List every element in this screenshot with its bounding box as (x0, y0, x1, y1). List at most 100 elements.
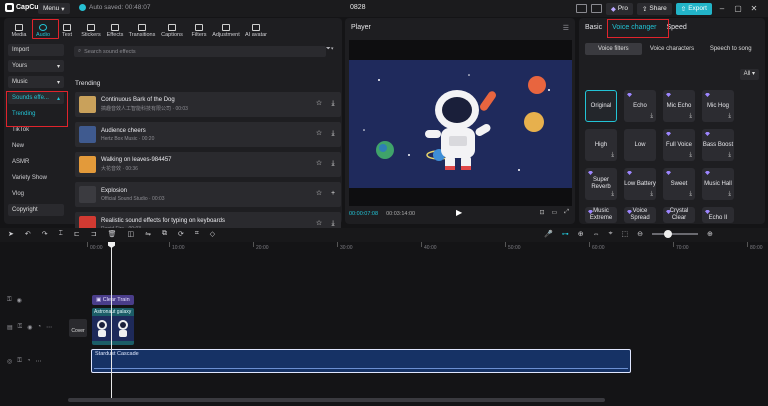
maximize-icon[interactable]: ▢ (732, 4, 744, 13)
timeline-scrollbar[interactable] (68, 398, 605, 402)
undo-icon[interactable]: ↶ (25, 230, 31, 238)
voice-echo[interactable]: Echo ⤓ (624, 90, 656, 122)
tool-ai-avatar[interactable]: AI avatar (241, 20, 271, 38)
cover-button[interactable]: Cover (69, 319, 87, 337)
list-item[interactable]: Continuous Bark of the Dog 搞趣音效人工智能科技有限公司… (75, 92, 341, 117)
audio-mute-icon[interactable]: ◔ (27, 358, 31, 365)
video-clip[interactable]: Astronaut galaxy (92, 308, 134, 345)
download-icon[interactable]: ⤓ (689, 191, 692, 198)
playhead[interactable] (111, 242, 112, 400)
sidebar-item-new[interactable]: New (8, 140, 64, 152)
tool-stickers[interactable]: Stickers (79, 20, 103, 38)
mirror-icon[interactable]: ⧉ (162, 230, 167, 238)
layout-icon[interactable] (575, 4, 587, 13)
track-label-icon[interactable]: ▤ (7, 324, 13, 331)
crop-icon[interactable]: ⌗ (195, 230, 199, 238)
hamburger-menu-icon[interactable]: ☰ (563, 24, 569, 32)
fit-screen-icon[interactable]: ⊡ (539, 209, 544, 216)
split-icon[interactable]: ⌶ (59, 230, 63, 238)
tool-transitions[interactable]: Transitions (127, 20, 157, 38)
sidebar-item-asmr[interactable]: ASMR (8, 156, 64, 168)
voice-bass-boost[interactable]: Bass Boost ⤓ (702, 129, 734, 161)
more-icon[interactable]: ⋯ (46, 324, 52, 331)
voice-sweet[interactable]: Sweet ⤓ (663, 168, 695, 200)
download-icon[interactable]: ⤓ (329, 100, 337, 108)
pro-button[interactable]: ◆ Pro (605, 2, 633, 15)
download-icon[interactable]: ⤓ (329, 160, 337, 168)
tab-voice-characters[interactable]: Voice characters (644, 43, 701, 55)
time-ruler[interactable]: 00:00 10:00 20:00 30:00 40:00 50:00 60:0… (87, 242, 763, 253)
voice-echo-ii[interactable]: Echo II (702, 207, 734, 223)
redo-icon[interactable]: ↷ (42, 230, 48, 238)
voice-crystal-clear[interactable]: Crystal Clear (663, 207, 695, 223)
all-filter-dropdown[interactable]: All ▾ (739, 69, 759, 80)
favorite-star-icon[interactable]: ☆ (315, 130, 323, 138)
voice-super-reverb[interactable]: Super Reverb ⤓ (585, 168, 617, 200)
sidebar-item-music[interactable]: Music ▾ (8, 76, 64, 88)
download-icon[interactable]: ⤓ (689, 113, 692, 120)
project-title[interactable]: 0828 (350, 4, 366, 11)
download-icon[interactable]: ⤓ (728, 191, 731, 198)
voice-low-battery[interactable]: Low Battery ⤓ (624, 168, 656, 200)
sidebar-item-vlog[interactable]: Vlog (8, 188, 64, 200)
voice-voice-spread[interactable]: Voice Spread (624, 207, 656, 223)
ratio-icon[interactable]: ▭ (552, 209, 558, 216)
tool-captions[interactable]: Captions (157, 20, 187, 38)
zoom-slider-knob[interactable] (664, 230, 673, 238)
shape-icon[interactable]: ◇ (210, 230, 215, 238)
download-icon[interactable]: ⤓ (611, 191, 614, 198)
audio-clip[interactable]: Stardust Cascade (91, 349, 631, 373)
freeze-icon[interactable]: ◫ (127, 230, 134, 238)
tab-speech-to-song[interactable]: Speech to song (702, 43, 759, 55)
lock-icon[interactable]: ⚿ (17, 358, 22, 365)
reverse-icon[interactable]: ⇋ (145, 230, 151, 238)
sidebar-item-copyright[interactable]: Copyright (8, 204, 64, 216)
visibility-icon[interactable]: ◉ (27, 324, 32, 331)
audio-track-icon[interactable]: ◎ (7, 358, 12, 365)
rotate-icon[interactable]: ⟳ (178, 230, 184, 238)
favorite-star-icon[interactable]: ☆ (315, 190, 323, 198)
add-icon[interactable]: + (329, 190, 337, 198)
download-icon[interactable]: ⤓ (728, 113, 731, 120)
play-icon[interactable]: ▶ (456, 208, 462, 217)
link-icon[interactable]: ⊶ (562, 230, 569, 238)
sidebar-item-variety-show[interactable]: Variety Show (8, 172, 64, 184)
voice-music-hall[interactable]: Music Hall ⤓ (702, 168, 734, 200)
microphone-icon[interactable]: 🎤 (544, 230, 553, 238)
download-icon[interactable]: ⤓ (650, 113, 653, 120)
tool-effects[interactable]: Effects (103, 20, 127, 38)
voice-mic-hog[interactable]: Mic Hog ⤓ (702, 90, 734, 122)
zoom-in-icon[interactable]: ⊕ (707, 230, 713, 238)
download-icon[interactable]: ⤓ (689, 152, 692, 159)
minimize-icon[interactable]: – (716, 4, 728, 13)
download-icon[interactable]: ⤓ (329, 130, 337, 138)
tab-voice-filters[interactable]: Voice filters (585, 43, 642, 55)
visibility-icon[interactable]: ◉ (17, 297, 22, 304)
voice-original[interactable]: Original (585, 90, 617, 122)
more-icon[interactable]: ⋯ (35, 358, 41, 365)
tab-basic[interactable]: Basic (585, 24, 602, 31)
voice-high[interactable]: High ⤓ (585, 129, 617, 161)
snap-icon[interactable]: ⌖ (609, 230, 613, 238)
voice-low[interactable]: Low (624, 129, 656, 161)
voice-mic-echo[interactable]: Mic Echo ⤓ (663, 90, 695, 122)
zoom-out-icon[interactable]: ⊖ (637, 230, 643, 238)
shortcut-icon[interactable] (590, 4, 602, 13)
magnet-icon[interactable]: ⊕ (578, 230, 584, 238)
tool-media[interactable]: Media (7, 20, 31, 38)
zoom-slider[interactable] (652, 230, 699, 238)
list-item[interactable]: Explosion Official Sound Studio · 00:03 ☆… (75, 182, 341, 207)
sidebar-item-yours[interactable]: Yours ▾ (8, 60, 64, 72)
close-icon[interactable]: ✕ (748, 4, 760, 13)
audio-mute-icon[interactable]: ◔ (38, 324, 42, 331)
split-right-icon[interactable]: ⊐ (91, 230, 97, 238)
import-button[interactable]: Import (8, 44, 64, 56)
list-item[interactable]: Walking on leaves-984457 大花音效 · 00:36 ☆ ⤓ (75, 152, 341, 177)
download-icon[interactable]: ⤓ (650, 191, 653, 198)
delete-icon[interactable]: 🗑 (108, 230, 117, 238)
download-icon[interactable]: ⤓ (329, 220, 337, 228)
video-canvas[interactable] (349, 40, 572, 206)
filter-icon[interactable]: ⏷▾ (326, 46, 334, 53)
fullscreen-icon[interactable]: ⤢ (564, 209, 569, 216)
voice-music-extreme[interactable]: Music Extreme (585, 207, 617, 223)
